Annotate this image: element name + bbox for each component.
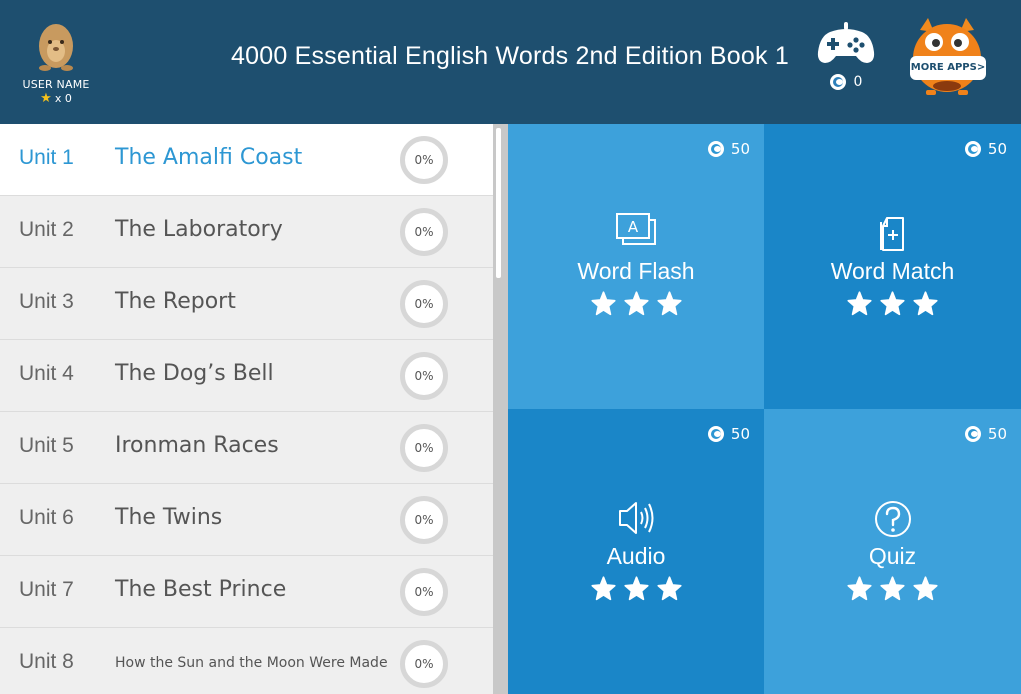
unit-number: Unit 1 bbox=[19, 146, 74, 169]
tile-coin-value: 50 bbox=[987, 140, 1007, 158]
unit-progress-ring: 0% bbox=[400, 280, 448, 328]
unit-number: Unit 8 bbox=[19, 650, 74, 673]
unit-progress-ring: 0% bbox=[400, 424, 448, 472]
unit-progress-ring: 0% bbox=[400, 496, 448, 544]
coin-icon bbox=[964, 426, 981, 442]
unit-row-1[interactable]: Unit 1 The Amalfi Coast 0% bbox=[0, 124, 493, 196]
unit-row-2[interactable]: Unit 2 The Laboratory 0% bbox=[0, 196, 493, 268]
word-match-tile[interactable]: 50 Word Match bbox=[764, 124, 1021, 409]
speaker-icon bbox=[619, 502, 654, 534]
tile-stars bbox=[764, 575, 1021, 603]
tile-label: Quiz bbox=[868, 543, 917, 569]
unit-row-7[interactable]: Unit 7 The Best Prince 0% bbox=[0, 556, 493, 628]
star-icon bbox=[847, 291, 872, 316]
star-icon bbox=[623, 576, 649, 601]
svg-text:A: A bbox=[628, 218, 639, 236]
word-flash-icon: A bbox=[616, 213, 656, 245]
avatar-egg-icon bbox=[39, 24, 73, 71]
more-apps-button[interactable]: MORE APPS> bbox=[906, 16, 988, 96]
star-icon bbox=[880, 576, 905, 601]
tile-stars bbox=[508, 575, 764, 603]
user-stars-value: x 0 bbox=[54, 92, 72, 105]
tile-coin-cost: 50 bbox=[964, 425, 1007, 443]
scrollbar-thumb[interactable] bbox=[496, 128, 501, 278]
games-button[interactable]: 0 bbox=[814, 18, 878, 90]
unit-number: Unit 5 bbox=[19, 434, 74, 457]
unit-progress-ring: 0% bbox=[400, 568, 448, 616]
coin-icon bbox=[707, 426, 724, 442]
tile-label: Word Flash bbox=[577, 258, 695, 284]
user-star-count: ★ x 0 bbox=[14, 92, 98, 105]
star-icon bbox=[590, 291, 616, 316]
tile-stars bbox=[764, 290, 1021, 318]
star-icon bbox=[913, 576, 938, 601]
unit-number: Unit 3 bbox=[19, 290, 74, 313]
question-icon bbox=[874, 501, 911, 537]
unit-number: Unit 2 bbox=[19, 218, 74, 241]
unit-row-3[interactable]: Unit 3 The Report 0% bbox=[0, 268, 493, 340]
star-icon bbox=[847, 576, 872, 601]
unit-progress-ring: 0% bbox=[400, 352, 448, 400]
word-flash-tile[interactable]: 50 A Word Flash bbox=[508, 124, 764, 409]
unit-name: The Amalfi Coast bbox=[115, 145, 303, 170]
page-title: 4000 Essential English Words 2nd Edition… bbox=[231, 42, 789, 70]
star-icon bbox=[880, 291, 905, 316]
audio-tile[interactable]: 50 Audio bbox=[508, 409, 764, 694]
unit-name: The Report bbox=[115, 289, 236, 314]
unit-progress-ring: 0% bbox=[400, 208, 448, 256]
unit-name: How the Sun and the Moon Were Made bbox=[115, 655, 388, 671]
unit-list-scrollbar[interactable] bbox=[493, 124, 508, 694]
unit-progress-ring: 0% bbox=[400, 640, 448, 688]
unit-number: Unit 6 bbox=[19, 506, 74, 529]
star-icon bbox=[623, 291, 649, 316]
star-icon bbox=[656, 576, 682, 601]
more-apps-label: MORE APPS> bbox=[910, 56, 986, 80]
tile-coin-value: 50 bbox=[730, 140, 750, 158]
tile-coin-cost: 50 bbox=[964, 140, 1007, 158]
unit-row-8[interactable]: Unit 8 How the Sun and the Moon Were Mad… bbox=[0, 628, 493, 694]
user-profile[interactable]: USER NAME ★ x 0 bbox=[14, 20, 98, 105]
star-icon bbox=[656, 291, 682, 316]
unit-row-6[interactable]: Unit 6 The Twins 0% bbox=[0, 484, 493, 556]
star-icon: ★ bbox=[40, 91, 52, 106]
tile-coin-cost: 50 bbox=[707, 140, 750, 158]
tile-label: Word Match bbox=[830, 258, 955, 284]
coin-count: 0 bbox=[853, 74, 863, 90]
unit-number: Unit 7 bbox=[19, 578, 74, 601]
unit-name: The Dog’s Bell bbox=[115, 361, 274, 386]
word-match-icon bbox=[879, 217, 904, 251]
unit-list: Unit 1 The Amalfi Coast 0% Unit 2 The La… bbox=[0, 124, 493, 694]
tile-coin-cost: 50 bbox=[707, 425, 750, 443]
quiz-tile[interactable]: 50 Quiz bbox=[764, 409, 1021, 694]
gamepad-icon bbox=[817, 22, 875, 63]
user-name: USER NAME bbox=[22, 78, 90, 91]
star-icon bbox=[913, 291, 938, 316]
unit-name: Ironman Races bbox=[115, 433, 279, 458]
unit-row-4[interactable]: Unit 4 The Dog’s Bell 0% bbox=[0, 340, 493, 412]
coin-icon bbox=[964, 141, 981, 157]
tile-stars bbox=[508, 290, 764, 318]
unit-progress-ring: 0% bbox=[400, 136, 448, 184]
coin-icon bbox=[829, 74, 846, 90]
tile-coin-value: 50 bbox=[987, 425, 1007, 443]
unit-name: The Laboratory bbox=[115, 217, 283, 242]
tile-coin-value: 50 bbox=[730, 425, 750, 443]
unit-number: Unit 4 bbox=[19, 362, 74, 385]
star-icon bbox=[590, 576, 616, 601]
unit-name: The Best Prince bbox=[115, 577, 287, 602]
coin-icon bbox=[707, 141, 724, 157]
app-header: USER NAME ★ x 0 4000 Essential English W… bbox=[0, 0, 1021, 124]
unit-name: The Twins bbox=[115, 505, 223, 530]
coin-balance: 0 bbox=[814, 74, 878, 90]
tile-label: Audio bbox=[606, 543, 666, 569]
unit-row-5[interactable]: Unit 5 Ironman Races 0% bbox=[0, 412, 493, 484]
